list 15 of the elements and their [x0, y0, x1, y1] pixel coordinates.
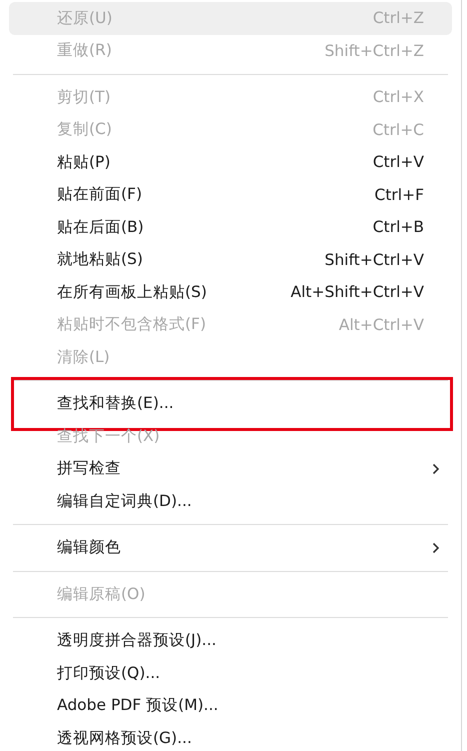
menu-item[interactable]: 查找和替换(E)... — [9, 388, 450, 420]
menu-item[interactable]: 在所有画板上粘贴(S) Alt+Shift+Ctrl+V — [9, 276, 452, 308]
menu-item[interactable]: Adobe PDF 预设(M)... — [9, 690, 452, 722]
menu-item[interactable]: 编辑自定词典(D)... — [9, 485, 452, 518]
menu-item[interactable]: 就地粘贴(S) Shift+Ctrl+V — [9, 244, 452, 276]
menu-item[interactable]: 贴在后面(B) Ctrl+B — [9, 211, 452, 244]
menu-item[interactable]: 编辑颜色 — [9, 532, 452, 564]
chevron-right-icon — [432, 462, 440, 475]
menu-item[interactable]: 粘贴(P) Ctrl+V — [9, 146, 452, 178]
menu-item[interactable]: 贴在前面(F) Ctrl+F — [9, 178, 452, 211]
menu-item[interactable]: 打印预设(Q)... — [9, 657, 452, 690]
menu-item[interactable]: 拼写检查 — [9, 452, 452, 485]
menu-item[interactable]: 透视网格预设(G)... — [9, 722, 452, 751]
menu-item[interactable]: 透明度拼合器预设(J)... — [9, 624, 452, 657]
chevron-right-icon — [432, 542, 440, 554]
